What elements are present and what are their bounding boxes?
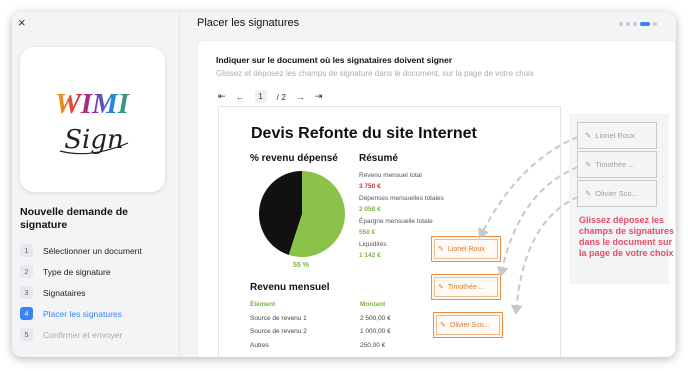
step-number: 2 xyxy=(20,265,33,278)
pencil-icon: ✎ xyxy=(438,284,444,291)
logo-card: WIMI Sign xyxy=(20,47,165,192)
step-select-document[interactable]: 1 Sélectionner un document xyxy=(20,240,142,261)
pencil-icon: ✎ xyxy=(585,131,592,140)
step-label: Placer les signatures xyxy=(43,308,122,319)
table-header: Montant xyxy=(360,301,386,309)
logo-script: Sign xyxy=(64,125,124,155)
summary-item: Liquidités 1 142 € xyxy=(359,241,386,260)
summary-label: Liquidités xyxy=(359,241,387,248)
prev-page-button[interactable]: ← xyxy=(236,92,245,102)
progress-dot xyxy=(633,22,637,26)
summary-item: Revenu mensuel total 3 750 € xyxy=(359,172,422,191)
table-cell: 250,00 € xyxy=(360,341,386,349)
pie-heading: % revenu dépensé xyxy=(250,153,338,164)
last-page-button[interactable]: ⇥ xyxy=(315,91,323,102)
pie-data-label: 55 % xyxy=(293,262,309,269)
step-label: Signataires xyxy=(43,287,86,298)
table-row: Source de revenu 2 1 000,00 € xyxy=(250,325,430,339)
table-row: Source de revenu 1 2 500,00 € xyxy=(250,312,430,326)
step-signature-type[interactable]: 2 Type de signature xyxy=(20,261,142,282)
card-subtitle: Glissez et déposez les champs de signatu… xyxy=(216,69,534,78)
wimi-sign-logo: WIMI Sign xyxy=(55,88,131,155)
table-cell: Autres xyxy=(250,341,269,349)
placed-field-label: Timothée ... xyxy=(447,283,485,291)
summary-value: 550 € xyxy=(359,229,376,236)
step-number: 1 xyxy=(20,244,33,257)
page-navigator: ⇤ ← 1 / 2 → ⇥ xyxy=(218,90,323,103)
placed-signature-field[interactable]: ✎ Olivier Sco... xyxy=(433,312,503,338)
card-title: Indiquer sur le document où les signatai… xyxy=(216,55,453,65)
summary-value: 1 142 € xyxy=(359,252,381,259)
step-confirm-send: 5 Confirmer et envoyer xyxy=(20,324,142,345)
field-label: Timothée ... xyxy=(595,160,635,169)
table-header-row: Élément Montant xyxy=(250,298,430,312)
progress-dot xyxy=(653,22,657,26)
summary-item: Dépenses mensuelles totales 2 058 € xyxy=(359,195,444,214)
pie-chart xyxy=(259,171,345,257)
progress-dots xyxy=(619,22,657,26)
progress-dot xyxy=(626,22,630,26)
table-header: Élément xyxy=(250,301,276,309)
pencil-icon: ✎ xyxy=(585,160,592,169)
placed-field-label: Olivier Sco... xyxy=(449,321,490,329)
close-button[interactable]: × xyxy=(18,16,26,30)
pencil-icon: ✎ xyxy=(440,322,446,329)
field-label: Lionel Roux xyxy=(595,131,635,140)
summary-label: Dépenses mensuelles totales xyxy=(359,195,444,202)
step-signers[interactable]: 3 Signataires xyxy=(20,282,142,303)
table-cell: Source de revenu 2 xyxy=(250,328,307,336)
step-label: Type de signature xyxy=(43,266,111,277)
logo-wordmark: WIMI xyxy=(55,88,131,120)
signature-field-olivier[interactable]: ✎ Olivier Sco... xyxy=(577,180,657,207)
page-title: Placer les signatures xyxy=(197,17,300,29)
document-title: Devis Refonte du site Internet xyxy=(251,125,477,142)
summary-label: Épargne mensuelle totale xyxy=(359,218,433,225)
step-label: Confirmer et envoyer xyxy=(43,329,123,340)
step-label: Sélectionner un document xyxy=(43,245,142,256)
first-page-button[interactable]: ⇤ xyxy=(218,91,226,102)
steps-list: 1 Sélectionner un document 2 Type de sig… xyxy=(20,240,142,345)
summary-item: Épargne mensuelle totale 550 € xyxy=(359,218,433,237)
step-number: 4 xyxy=(20,307,33,320)
signature-field-timothee[interactable]: ✎ Timothée ... xyxy=(577,151,657,178)
table-heading: Revenu mensuel xyxy=(250,282,330,293)
sidebar: × WIMI Sign Nouvelle demande de signatur xyxy=(12,12,180,357)
step-place-signatures[interactable]: 4 Placer les signatures xyxy=(20,303,142,324)
table-cell: 2 500,00 € xyxy=(360,314,391,322)
placed-signature-field[interactable]: ✎ Lionel Roux xyxy=(431,236,501,262)
next-page-button[interactable]: → xyxy=(296,92,305,102)
step-number: 3 xyxy=(20,286,33,299)
page-total: / 2 xyxy=(276,91,286,102)
page-number-input[interactable]: 1 xyxy=(254,90,267,103)
summary-value: 3 750 € xyxy=(359,183,381,190)
table-row: Autres 250,00 € xyxy=(250,339,430,353)
summary-value: 2 058 € xyxy=(359,206,381,213)
income-table: Élément Montant Source de revenu 1 2 500… xyxy=(250,298,430,352)
sidebar-title: Nouvelle demande de signature xyxy=(20,206,128,231)
progress-dot-current xyxy=(640,22,650,26)
pencil-icon: ✎ xyxy=(585,189,592,198)
summary-heading: Résumé xyxy=(359,153,398,164)
drag-hint-text: Glissez déposez les champs de signatures… xyxy=(579,215,675,258)
pencil-icon: ✎ xyxy=(438,246,444,253)
table-cell: 1 000,00 € xyxy=(360,328,391,336)
main-panel: Placer les signatures Indiquer sur le do… xyxy=(180,12,676,357)
field-label: Olivier Sco... xyxy=(595,189,638,198)
step-number: 5 xyxy=(20,328,33,341)
placement-card: Indiquer sur le document où les signatai… xyxy=(198,41,675,357)
signature-field-lionel[interactable]: ✎ Lionel Roux xyxy=(577,122,657,149)
placed-signature-field[interactable]: ✎ Timothée ... xyxy=(431,274,501,300)
modal-window: × WIMI Sign Nouvelle demande de signatur xyxy=(12,12,676,357)
summary-label: Revenu mensuel total xyxy=(359,172,422,179)
placed-field-label: Lionel Roux xyxy=(447,245,485,253)
progress-dot xyxy=(619,22,623,26)
document-preview[interactable]: Devis Refonte du site Internet % revenu … xyxy=(218,106,561,357)
table-cell: Source de revenu 1 xyxy=(250,314,307,322)
